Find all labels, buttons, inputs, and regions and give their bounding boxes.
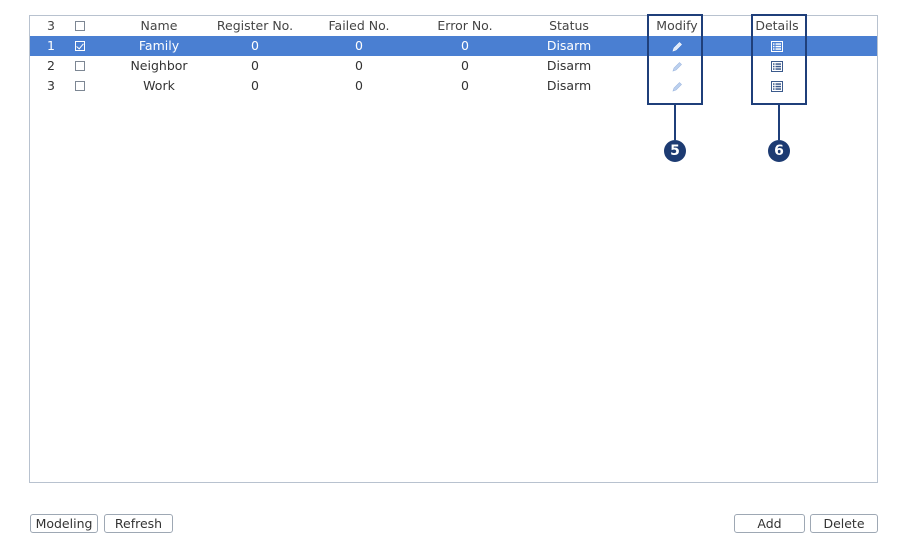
- header-status[interactable]: Status: [524, 16, 614, 36]
- row-name: Neighbor: [130, 58, 188, 73]
- row-error-no: 0: [461, 38, 469, 53]
- header-modify: Modify: [656, 18, 698, 33]
- row-failed-no: 0: [355, 58, 363, 73]
- row-status: Disarm: [546, 78, 592, 93]
- details-button[interactable]: [742, 36, 812, 56]
- row-failed-no: 0: [355, 78, 363, 93]
- row-checkbox-cell[interactable]: [66, 76, 94, 96]
- row-checkbox[interactable]: [75, 60, 85, 71]
- table-row[interactable]: 1 Family 0 0 0 Disarm: [30, 36, 877, 56]
- table-row[interactable]: 2 Neighbor 0 0 0 Disarm: [30, 56, 877, 76]
- row-name: Family: [138, 38, 180, 53]
- row-failed-no: 0: [355, 38, 363, 53]
- header-register-no[interactable]: Register No.: [210, 16, 300, 36]
- list-details-icon[interactable]: [771, 61, 783, 72]
- modify-button[interactable]: [642, 56, 712, 76]
- row-checkbox[interactable]: [75, 40, 85, 51]
- modify-callout-line: [674, 105, 676, 140]
- header-select-all[interactable]: [66, 16, 94, 36]
- row-name: Work: [143, 78, 175, 93]
- modify-button[interactable]: [642, 36, 712, 56]
- header-count: 3: [47, 18, 55, 33]
- list-details-icon[interactable]: [771, 41, 783, 52]
- header-name[interactable]: Name: [114, 16, 204, 36]
- row-status: Disarm: [546, 58, 592, 73]
- add-button[interactable]: Add: [734, 514, 805, 533]
- details-button[interactable]: [742, 76, 812, 96]
- table-row[interactable]: 3 Work 0 0 0 Disarm: [30, 76, 877, 96]
- row-status: Disarm: [546, 38, 592, 53]
- row-register-no: 0: [251, 38, 259, 53]
- row-checkbox-cell[interactable]: [66, 36, 94, 56]
- table-header: 3 Name Register No. Failed No. Error No.…: [30, 16, 877, 36]
- row-error-no: 0: [461, 78, 469, 93]
- header-error-no[interactable]: Error No.: [420, 16, 510, 36]
- header-failed-no[interactable]: Failed No.: [314, 16, 404, 36]
- details-button[interactable]: [742, 56, 812, 76]
- row-checkbox[interactable]: [75, 80, 85, 91]
- refresh-button[interactable]: Refresh: [104, 514, 173, 533]
- list-details-icon[interactable]: [771, 81, 783, 92]
- select-all-checkbox[interactable]: [75, 20, 85, 31]
- row-register-no: 0: [251, 78, 259, 93]
- row-index: 3: [47, 78, 55, 93]
- callout-badge-5: 5: [664, 140, 686, 162]
- pencil-icon[interactable]: [671, 61, 683, 73]
- row-checkbox-cell[interactable]: [66, 56, 94, 76]
- modify-button[interactable]: [642, 76, 712, 96]
- modeling-button[interactable]: Modeling: [30, 514, 98, 533]
- pencil-icon[interactable]: [671, 81, 683, 93]
- callout-badge-6: 6: [768, 140, 790, 162]
- delete-button[interactable]: Delete: [810, 514, 878, 533]
- header-details: Details: [755, 18, 799, 33]
- row-error-no: 0: [461, 58, 469, 73]
- group-table: 3 Name Register No. Failed No. Error No.…: [29, 15, 878, 483]
- row-index: 2: [47, 58, 55, 73]
- details-callout-line: [778, 105, 780, 140]
- pencil-icon[interactable]: [671, 41, 683, 53]
- row-index: 1: [47, 38, 55, 53]
- row-register-no: 0: [251, 58, 259, 73]
